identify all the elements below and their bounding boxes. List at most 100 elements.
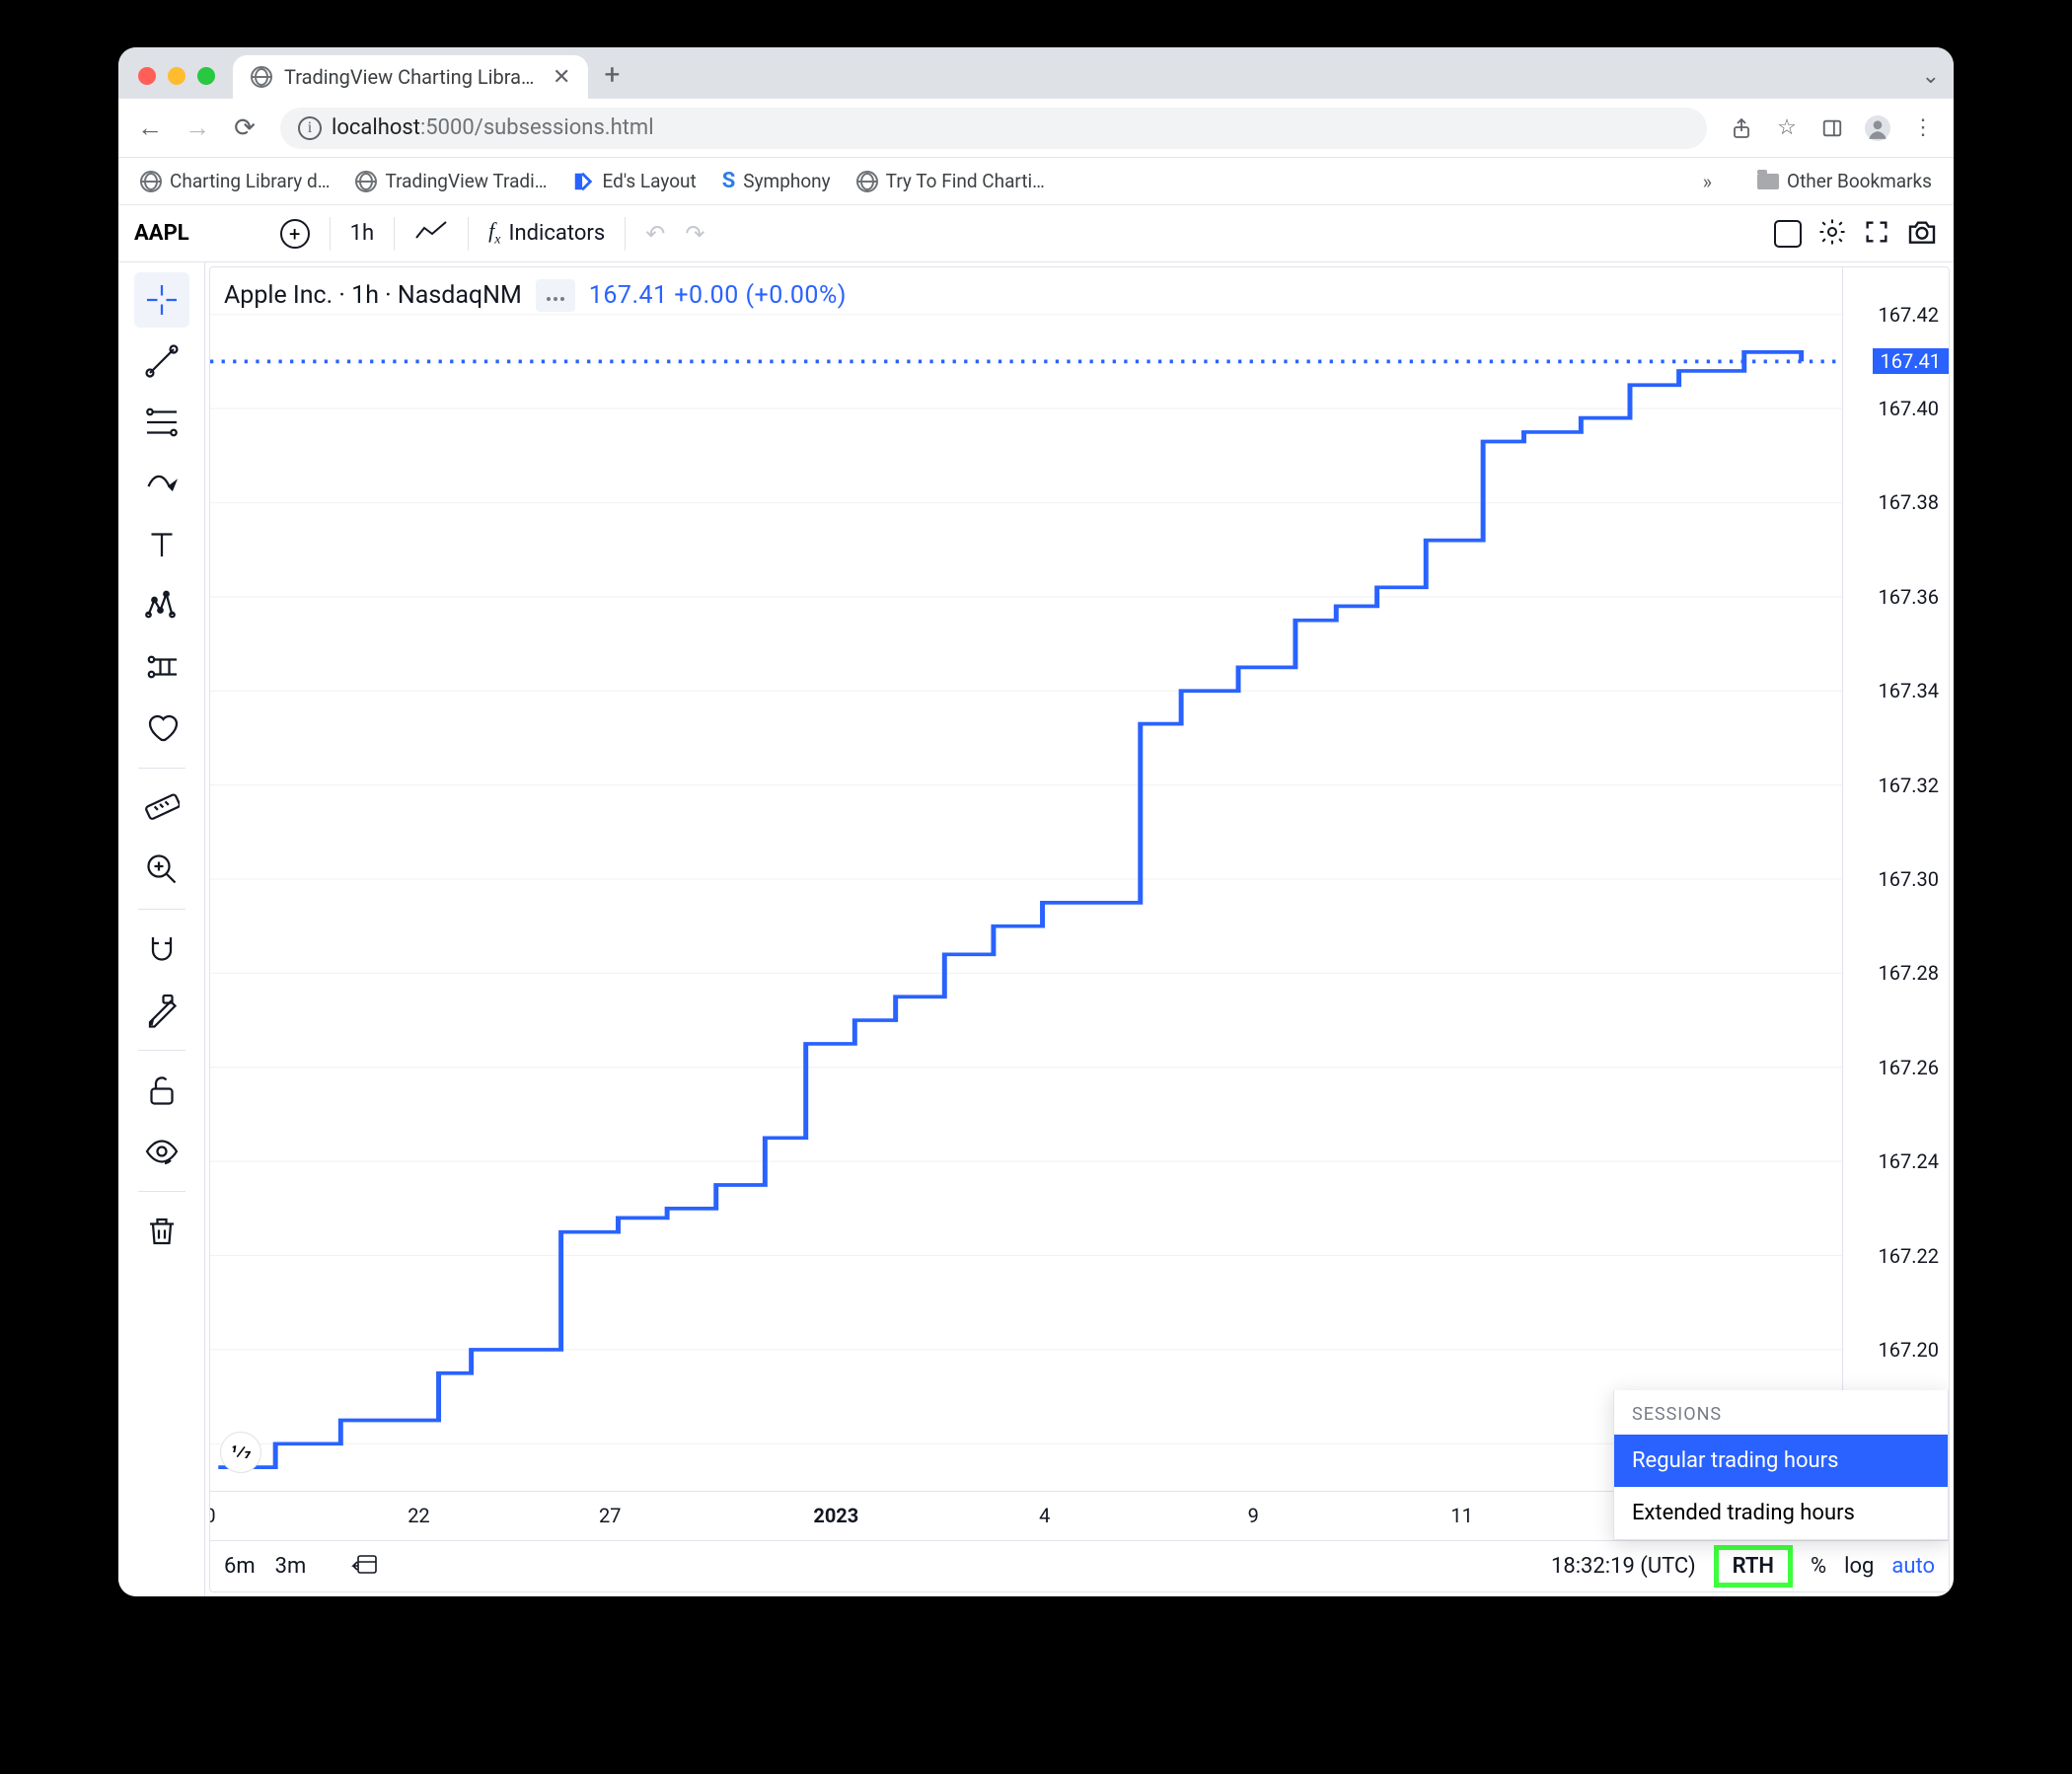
y-tick-label: 167.34: [1879, 679, 1939, 702]
bottom-bar: 6m 3m 18:32:19 (UTC) RTH % log auto: [210, 1540, 1949, 1591]
drawing-toolbar: [118, 262, 205, 1596]
symbol-input[interactable]: AAPL: [134, 221, 189, 246]
globe-icon: [140, 171, 162, 192]
x-tick-label: 27: [599, 1504, 621, 1527]
fib-tool[interactable]: [134, 395, 189, 450]
profile-icon[interactable]: [1859, 110, 1896, 147]
fx-icon: fx: [488, 218, 500, 248]
bookmark-item[interactable]: Try To Find Charti…: [849, 170, 1053, 192]
close-tab-icon[interactable]: ✕: [553, 65, 570, 90]
folder-icon: [1757, 174, 1779, 189]
bookmarks-bar: Charting Library d… TradingView Tradi… E…: [118, 158, 1954, 205]
browser-window: TradingView Charting Library d ✕ + ⌄ ← →…: [118, 47, 1954, 1596]
trash-tool[interactable]: [134, 1204, 189, 1259]
minimize-window-button[interactable]: [168, 67, 185, 85]
chart-style-button[interactable]: [414, 220, 448, 248]
indicators-button[interactable]: fxIndicators: [488, 218, 605, 248]
undo-redo: ↶ ↷: [645, 220, 704, 248]
fullscreen-icon[interactable]: [1863, 218, 1890, 250]
redo-button[interactable]: ↷: [685, 220, 704, 248]
main-row: Apple Inc. · 1h · NasdaqNM 167.41 +0.00 …: [118, 262, 1954, 1596]
layout-button[interactable]: [1774, 220, 1802, 248]
new-tab-button[interactable]: +: [588, 58, 635, 99]
magnet-tool[interactable]: [134, 922, 189, 977]
y-tick-label: 167.26: [1879, 1056, 1939, 1079]
globe-icon: [856, 171, 878, 192]
log-button[interactable]: log: [1844, 1554, 1874, 1579]
y-tick-label: 167.24: [1879, 1149, 1939, 1173]
text-tool[interactable]: [134, 517, 189, 572]
x-tick-label: 4: [1039, 1504, 1050, 1527]
legend: Apple Inc. · 1h · NasdaqNM 167.41 +0.00 …: [224, 279, 847, 312]
url-text: localhost:5000/subsessions.html: [332, 115, 654, 140]
sessions-option-regular[interactable]: Regular trading hours: [1614, 1435, 1948, 1487]
share-icon[interactable]: [1723, 110, 1760, 147]
crosshair-tool[interactable]: [134, 272, 189, 328]
settings-gear-icon[interactable]: [1817, 217, 1847, 251]
x-tick-label: 22: [407, 1504, 429, 1527]
y-tick-label: 167.32: [1879, 774, 1939, 797]
pattern-tool[interactable]: [134, 578, 189, 633]
side-panel-icon[interactable]: [1813, 110, 1851, 147]
y-tick-label: 167.36: [1879, 585, 1939, 609]
reload-button[interactable]: ⟳: [225, 109, 264, 148]
kebab-menu-icon[interactable]: ⋮: [1904, 110, 1942, 147]
close-window-button[interactable]: [138, 67, 156, 85]
price-highlight: 167.41: [1873, 348, 1949, 374]
y-tick-label: 167.40: [1879, 397, 1939, 420]
compare-button[interactable]: +: [280, 219, 310, 249]
favorite-heart-tool[interactable]: [134, 701, 189, 756]
range-6m-button[interactable]: 6m: [224, 1554, 256, 1579]
forward-button[interactable]: →: [178, 109, 217, 148]
bookmark-item[interactable]: SSymphony: [714, 169, 839, 193]
timeframe-button[interactable]: 1h: [350, 221, 374, 246]
sessions-option-extended[interactable]: Extended trading hours: [1614, 1487, 1948, 1539]
y-tick-label: 167.38: [1879, 490, 1939, 514]
other-bookmarks-folder[interactable]: Other Bookmarks: [1749, 170, 1940, 192]
bookmark-item[interactable]: TradingView Tradi…: [347, 170, 555, 192]
globe-icon: [355, 171, 377, 192]
site-info-icon[interactable]: i: [298, 116, 322, 140]
y-tick-label: 167.22: [1879, 1244, 1939, 1268]
bookmark-item[interactable]: Ed's Layout: [564, 170, 703, 192]
undo-button[interactable]: ↶: [645, 220, 665, 248]
lock-tool[interactable]: [134, 1063, 189, 1118]
range-3m-button[interactable]: 3m: [275, 1554, 307, 1579]
browser-tab[interactable]: TradingView Charting Library d ✕: [233, 55, 588, 99]
lock-drawings-tool[interactable]: [134, 983, 189, 1038]
address-bar[interactable]: i localhost:5000/subsessions.html: [280, 108, 1707, 149]
bookmark-item[interactable]: Charting Library d…: [132, 170, 337, 192]
sessions-button[interactable]: RTH: [1714, 1545, 1793, 1588]
url-bar-row: ← → ⟳ i localhost:5000/subsessions.html …: [118, 99, 1954, 158]
legend-price: 167.41 +0.00 (+0.00%): [589, 281, 847, 310]
price-axis[interactable]: 167.18167.20167.22167.24167.26167.28167.…: [1842, 267, 1949, 1491]
window-controls: [132, 67, 233, 99]
brush-tool[interactable]: [134, 456, 189, 511]
legend-options-button[interactable]: [536, 279, 575, 312]
favicon: [572, 171, 594, 192]
legend-title[interactable]: Apple Inc. · 1h · NasdaqNM: [224, 281, 522, 310]
goto-date-button[interactable]: [351, 1552, 379, 1582]
sessions-header: SESSIONS: [1614, 1390, 1948, 1435]
snapshot-camera-icon[interactable]: [1906, 218, 1938, 250]
zoom-tool[interactable]: [134, 842, 189, 897]
bookmarks-overflow-button[interactable]: »: [1703, 170, 1712, 193]
sessions-popup: SESSIONS Regular trading hours Extended …: [1613, 1390, 1949, 1540]
maximize-window-button[interactable]: [197, 67, 215, 85]
tab-list-button[interactable]: ⌄: [1922, 64, 1940, 99]
x-tick-label: 11: [1450, 1504, 1472, 1527]
price-plot[interactable]: 1⁄7: [210, 267, 1842, 1491]
chart-toolbar: AAPL + 1h fxIndicators ↶ ↷: [118, 205, 1954, 262]
back-button[interactable]: ←: [130, 109, 170, 148]
clock-label[interactable]: 18:32:19 (UTC): [1551, 1554, 1696, 1579]
percent-button[interactable]: %: [1811, 1554, 1826, 1579]
auto-scale-button[interactable]: auto: [1891, 1554, 1935, 1579]
x-tick-label: 2023: [813, 1504, 858, 1527]
hide-drawings-tool[interactable]: [134, 1124, 189, 1179]
trendline-tool[interactable]: [134, 333, 189, 389]
bookmark-star-icon[interactable]: ☆: [1768, 110, 1806, 147]
forecast-tool[interactable]: [134, 639, 189, 695]
tradingview-logo[interactable]: 1⁄7: [220, 1432, 261, 1473]
ruler-tool[interactable]: [134, 780, 189, 836]
globe-icon: [251, 66, 272, 88]
